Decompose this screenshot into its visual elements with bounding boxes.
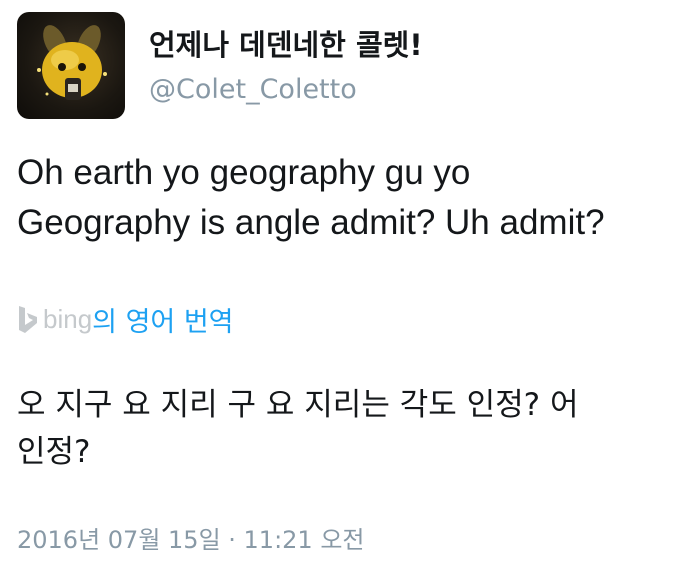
tweet-line: Oh earth yo geography gu yo bbox=[17, 153, 471, 192]
translated-line: 오 지구 요 지리 구 요 지리는 각도 인정? 어 bbox=[17, 387, 579, 423]
tweet-text: Oh earth yo geography gu yo Geography is… bbox=[17, 148, 682, 248]
display-name[interactable]: 언제나 데덴네한 콜렛! bbox=[149, 22, 423, 64]
translate-label[interactable]: 의 영어 번역 bbox=[92, 300, 233, 339]
dedenne-avatar-icon bbox=[37, 25, 107, 100]
tweet-timestamp[interactable]: 2016년 07월 15일 · 11:21 오전 bbox=[17, 520, 365, 555]
bing-logo-icon bbox=[19, 305, 37, 333]
translated-line: 인정? bbox=[17, 434, 91, 470]
translate-link[interactable]: bing 의 영어 번역 bbox=[17, 300, 234, 339]
translated-text: 오 지구 요 지리 구 요 지리는 각도 인정? 어 인정? bbox=[17, 382, 677, 476]
tweet-line: Geography is angle admit? Uh admit? bbox=[17, 203, 605, 242]
user-handle[interactable]: @Colet_Coletto bbox=[149, 74, 357, 105]
avatar[interactable] bbox=[17, 12, 125, 119]
bing-wordmark: bing bbox=[43, 304, 93, 334]
